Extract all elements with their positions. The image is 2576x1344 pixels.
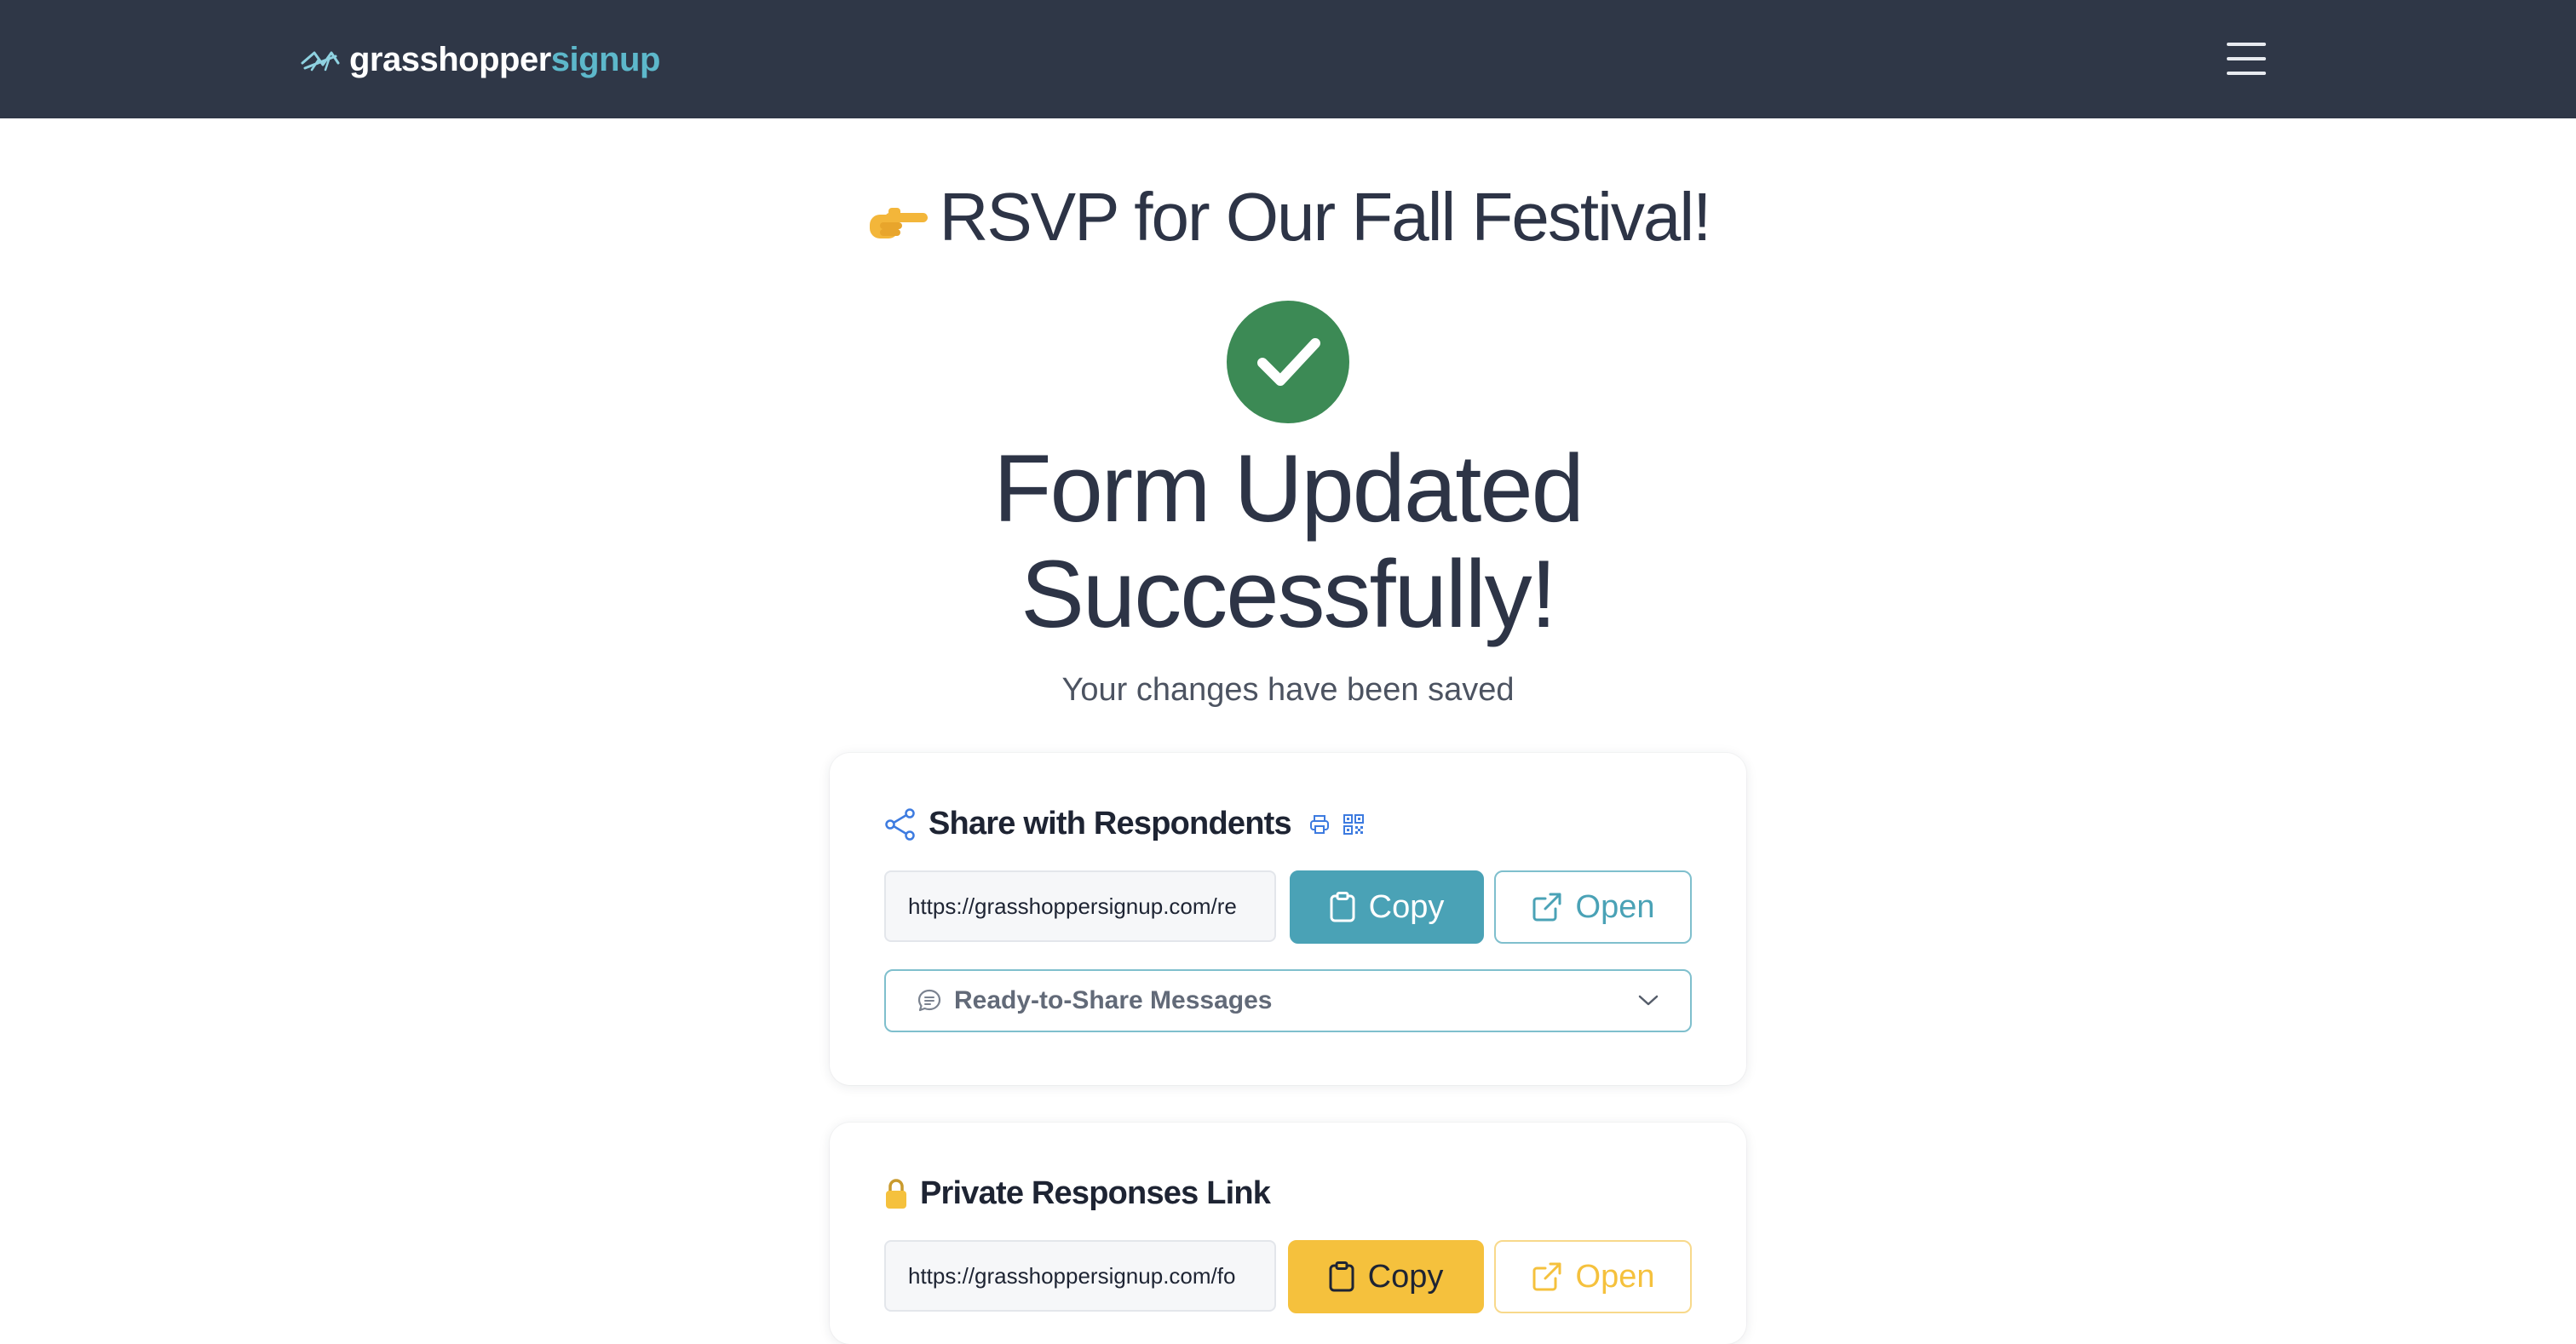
brand-name-part2: signup: [550, 41, 661, 78]
success-subtext: Your changes have been saved: [1061, 672, 1515, 708]
success-headline-line2: Successfully!: [1021, 541, 1557, 647]
private-copy-button[interactable]: Copy: [1288, 1240, 1484, 1313]
private-responses-card: Private Responses Link Copy Open: [830, 1123, 1746, 1344]
share-copy-button[interactable]: Copy: [1290, 870, 1484, 944]
private-card-header: Private Responses Link: [884, 1175, 1271, 1212]
ready-to-share-messages-dropdown[interactable]: Ready-to-Share Messages: [884, 969, 1692, 1032]
external-link-icon: [1532, 1262, 1561, 1291]
ready-to-share-label: Ready-to-Share Messages: [954, 986, 1273, 1014]
brand-logo[interactable]: grasshoppersignup: [300, 36, 660, 83]
private-card-title: Private Responses Link: [920, 1175, 1271, 1211]
qr-code-icon[interactable]: [1343, 813, 1365, 836]
share-card-header: Share with Respondents: [884, 806, 1365, 842]
chevron-down-icon: [1638, 995, 1659, 1006]
check-circle-icon: [1227, 301, 1349, 423]
hamburger-menu-icon[interactable]: [2225, 41, 2268, 77]
share-copy-label: Copy: [1368, 888, 1445, 925]
private-copy-label: Copy: [1367, 1258, 1444, 1295]
brand-name: grasshoppersignup: [349, 36, 660, 83]
pointing-hand-icon: [866, 175, 931, 269]
print-icon[interactable]: [1308, 813, 1331, 836]
private-open-button[interactable]: Open: [1494, 1240, 1692, 1313]
grasshopper-icon: [301, 51, 340, 72]
share-url-field[interactable]: [884, 870, 1276, 942]
share-open-label: Open: [1575, 888, 1655, 925]
clipboard-icon: [1330, 892, 1355, 922]
chat-bubble-icon: [917, 989, 941, 1012]
success-headline-line1: Form Updated: [993, 435, 1584, 542]
private-url-field[interactable]: [884, 1240, 1276, 1312]
external-link-icon: [1532, 893, 1561, 922]
lock-icon: [886, 1178, 906, 1209]
share-card-title: Share with Respondents: [929, 806, 1292, 841]
share-card: Share with Respondents Copy: [830, 753, 1746, 1085]
share-open-button[interactable]: Open: [1494, 870, 1692, 944]
private-open-label: Open: [1575, 1258, 1655, 1295]
success-headline: Form Updated Successfully!: [0, 436, 2576, 647]
share-icon: [885, 807, 915, 841]
clipboard-icon: [1329, 1261, 1354, 1292]
page-title: RSVP for Our Fall Festival!: [0, 170, 2576, 269]
brand-name-part1: grasshopper: [349, 41, 551, 78]
top-navbar: grasshoppersignup: [0, 0, 2576, 118]
page-title-text: RSVP for Our Fall Festival!: [939, 179, 1712, 255]
